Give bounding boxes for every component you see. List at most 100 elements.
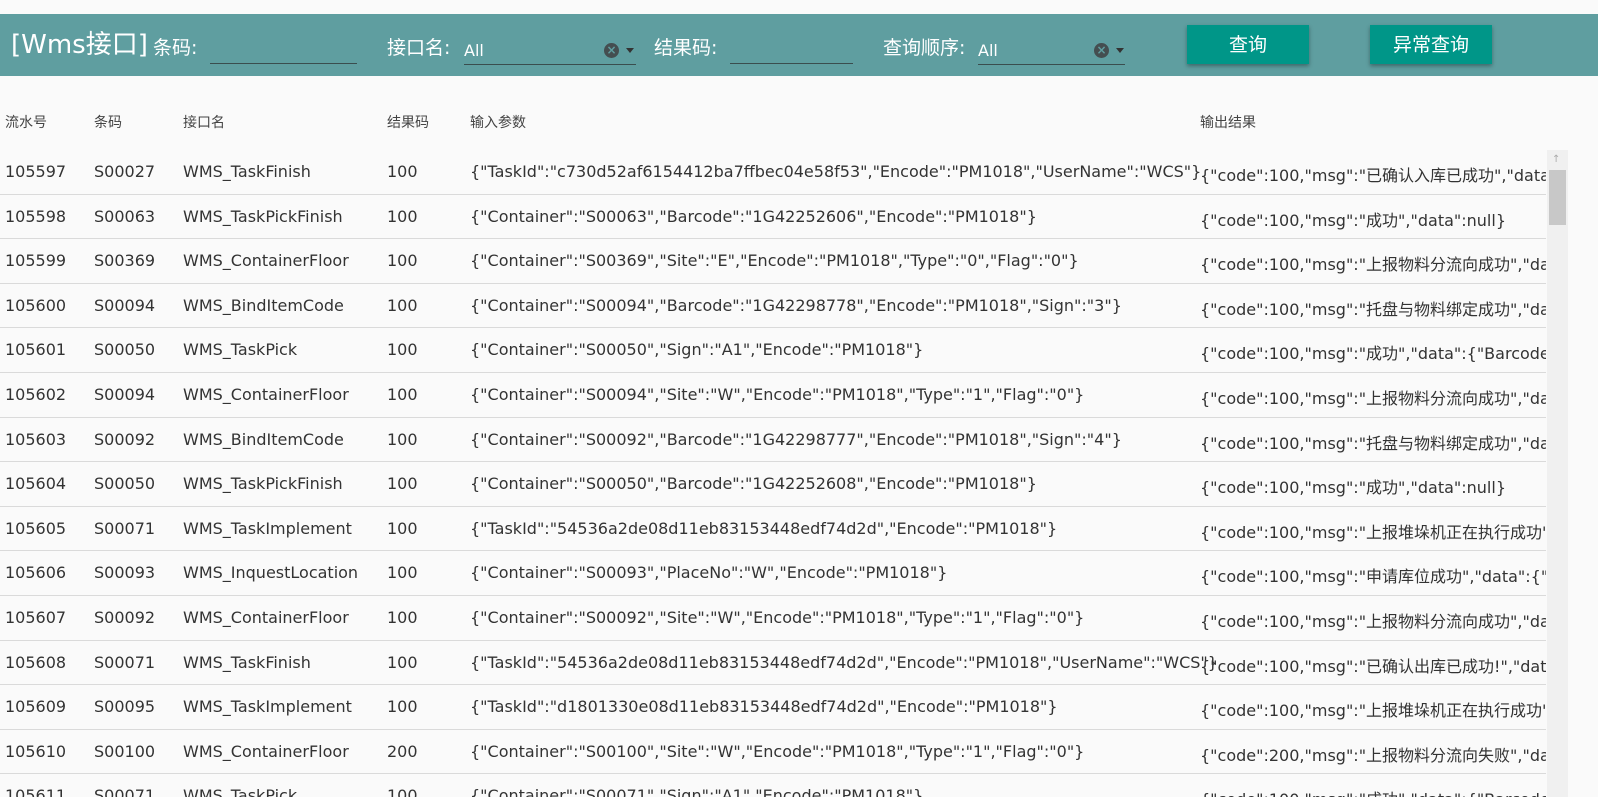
vertical-scrollbar[interactable]: ↑ (1547, 150, 1568, 797)
cell-serial: 105605 (5, 518, 67, 538)
cell-output-result: {"code":100,"msg":"成功","data":{"Barcode"… (1200, 344, 1546, 364)
cell-barcode: S00094 (94, 295, 156, 315)
cell-input-params: {"Container":"S00050","Barcode":"1G42252… (470, 474, 1037, 494)
cell-barcode: S00071 (94, 652, 156, 672)
table-row[interactable]: 105603 S00092 WMS_BindItemCode 100 {"Contain… (0, 418, 1546, 463)
clear-icon[interactable]: × (604, 43, 619, 58)
query-button[interactable]: 查询 (1187, 25, 1309, 64)
cell-serial: 105606 (5, 563, 67, 583)
table-row[interactable]: 105609 S00095 WMS_TaskImplement 100 {"TaskId… (0, 685, 1546, 730)
scroll-up-icon[interactable]: ↑ (1552, 154, 1560, 165)
column-header-barcode[interactable]: 条码 (94, 112, 122, 132)
cell-interface: WMS_TaskPick (183, 786, 298, 797)
cell-input-params: {"Container":"S00094","Barcode":"1G42298… (470, 295, 1122, 315)
cell-input-params: {"Container":"S00071","Sign":"A1","Encod… (470, 786, 924, 797)
cell-interface: WMS_TaskPickFinish (183, 474, 343, 494)
cell-serial: 105600 (5, 295, 67, 315)
cell-interface: WMS_ContainerFloor (183, 741, 349, 761)
table-header: 流水号 条码 接口名 结果码 输入参数 输出结果 (0, 106, 1546, 136)
cell-barcode: S00071 (94, 786, 156, 797)
cell-interface: WMS_ContainerFloor (183, 384, 349, 404)
cell-result-code: 100 (387, 474, 418, 494)
caret-down-icon[interactable] (1116, 48, 1124, 53)
result-code-input[interactable] (730, 35, 853, 64)
cell-serial: 105598 (5, 206, 67, 226)
table-row[interactable]: 105611 S00071 WMS_TaskPick 100 {"Container":… (0, 774, 1546, 797)
cell-barcode: S00050 (94, 474, 156, 494)
caret-down-icon[interactable] (626, 48, 634, 53)
cell-output-result: {"code":100,"msg":"托盘与物料绑定成功","data" (1200, 299, 1546, 319)
cell-input-params: {"Container":"S00100","Site":"W","Encode… (470, 741, 1085, 761)
barcode-input[interactable] (210, 35, 357, 64)
column-header-output-result[interactable]: 输出结果 (1200, 112, 1546, 132)
table-row[interactable]: 105599 S00369 WMS_ContainerFloor 100 {"Conta… (0, 239, 1546, 284)
cell-result-code: 100 (387, 786, 418, 797)
cell-input-params: {"Container":"S00094","Site":"W","Encode… (470, 384, 1085, 404)
cell-interface: WMS_ContainerFloor (183, 607, 349, 627)
cell-output-result: {"code":100,"msg":"已确认入库已成功","data":n (1200, 166, 1546, 185)
cell-input-params: {"Container":"S00092","Site":"W","Encode… (470, 607, 1085, 627)
table-row[interactable]: 105600 S00094 WMS_BindItemCode 100 {"Contain… (0, 284, 1546, 329)
cell-output-result: {"code":100,"msg":"成功","data":null} (1200, 478, 1506, 498)
table-row[interactable]: 105605 S00071 WMS_TaskImplement 100 {"TaskId… (0, 507, 1546, 552)
query-order-select-value: All (978, 41, 998, 60)
table-row[interactable]: 105604 S00050 WMS_TaskPickFinish 100 {"Conta… (0, 462, 1546, 507)
table-row[interactable]: 105597 S00027 WMS_TaskFinish 100 {"TaskId":"… (0, 150, 1546, 195)
cell-barcode: S00094 (94, 384, 156, 404)
table-row[interactable]: 105608 S00071 WMS_TaskFinish 100 {"TaskId":"… (0, 641, 1546, 686)
cell-output-result: {"code":100,"msg":"申请库位成功","data":{"Tuu (1200, 567, 1546, 587)
cell-result-code: 100 (387, 340, 418, 360)
cell-barcode: S00093 (94, 563, 156, 583)
cell-output-result: {"code":100,"msg":"上报堆垛机正在执行成功","c (1200, 522, 1546, 542)
cell-serial: 105603 (5, 429, 67, 449)
cell-result-code: 100 (387, 429, 418, 449)
table-row[interactable]: 105601 S00050 WMS_TaskPick 100 {"Container":… (0, 328, 1546, 373)
cell-barcode: S00027 (94, 162, 156, 181)
cell-output-result: {"code":100,"msg":"成功","data":null} (1200, 210, 1506, 230)
cell-input-params: {"Container":"S00050","Sign":"A1","Encod… (470, 340, 924, 360)
cell-output-result: {"code":100,"msg":"托盘与物料绑定成功","data" (1200, 433, 1546, 453)
cell-barcode: S00369 (94, 251, 156, 271)
interface-select[interactable]: All × (464, 35, 636, 65)
cell-result-code: 200 (387, 741, 418, 761)
cell-output-result: {"code":100,"msg":"上报物料分流向成功","data" (1200, 255, 1546, 275)
cell-barcode: S00063 (94, 206, 156, 226)
cell-barcode: S00092 (94, 607, 156, 627)
cell-input-params: {"TaskId":"54536a2de08d11eb83153448edf74… (470, 518, 1058, 538)
cell-result-code: 100 (387, 563, 418, 583)
cell-barcode: S00050 (94, 340, 156, 360)
column-header-result-code[interactable]: 结果码 (387, 112, 429, 132)
cell-serial: 105601 (5, 340, 67, 360)
cell-serial: 105610 (5, 741, 67, 761)
result-code-label: 结果码: (654, 37, 718, 59)
cell-interface: WMS_TaskImplement (183, 697, 352, 717)
exception-query-button[interactable]: 异常查询 (1370, 25, 1492, 64)
cell-result-code: 100 (387, 697, 418, 717)
table-body: 105597 S00027 WMS_TaskFinish 100 {"TaskId":"… (0, 150, 1546, 797)
page-title: [Wms接口] (11, 30, 148, 60)
cell-input-params: {"Container":"S00063","Barcode":"1G42252… (470, 206, 1037, 226)
cell-input-params: {"TaskId":"54536a2de08d11eb83153448edf74… (470, 652, 1218, 672)
cell-output-result: {"code":100,"msg":"上报堆垛机正在执行成功","c (1200, 701, 1546, 721)
table-row[interactable]: 105598 S00063 WMS_TaskPickFinish 100 {"Conta… (0, 195, 1546, 240)
column-header-input-params[interactable]: 输入参数 (470, 112, 526, 132)
clear-icon[interactable]: × (1094, 43, 1109, 58)
interface-select-value: All (464, 41, 484, 60)
interface-label: 接口名: (387, 37, 451, 59)
query-order-select[interactable]: All × (978, 35, 1125, 65)
cell-interface: WMS_TaskFinish (183, 652, 311, 672)
column-header-interface[interactable]: 接口名 (183, 112, 225, 132)
cell-interface: WMS_TaskPick (183, 340, 298, 360)
scroll-thumb[interactable] (1549, 170, 1566, 225)
table-row[interactable]: 105610 S00100 WMS_ContainerFloor 200 {"Conta… (0, 730, 1546, 775)
query-order-label: 查询顺序: (883, 37, 966, 59)
table-row[interactable]: 105607 S00092 WMS_ContainerFloor 100 {"Conta… (0, 596, 1546, 641)
cell-output-result: {"code":100,"msg":"已确认出库已成功!","data":n (1200, 656, 1546, 676)
column-header-serial[interactable]: 流水号 (5, 112, 47, 132)
table-row[interactable]: 105606 S00093 WMS_InquestLocation 100 {"Cont… (0, 551, 1546, 596)
cell-barcode: S00100 (94, 741, 156, 761)
cell-serial: 105607 (5, 607, 67, 627)
table-row[interactable]: 105602 S00094 WMS_ContainerFloor 100 {"Conta… (0, 373, 1546, 418)
cell-serial: 105611 (5, 786, 67, 797)
cell-output-result: {"code":100,"msg":"上报物料分流向成功","data" (1200, 388, 1546, 408)
